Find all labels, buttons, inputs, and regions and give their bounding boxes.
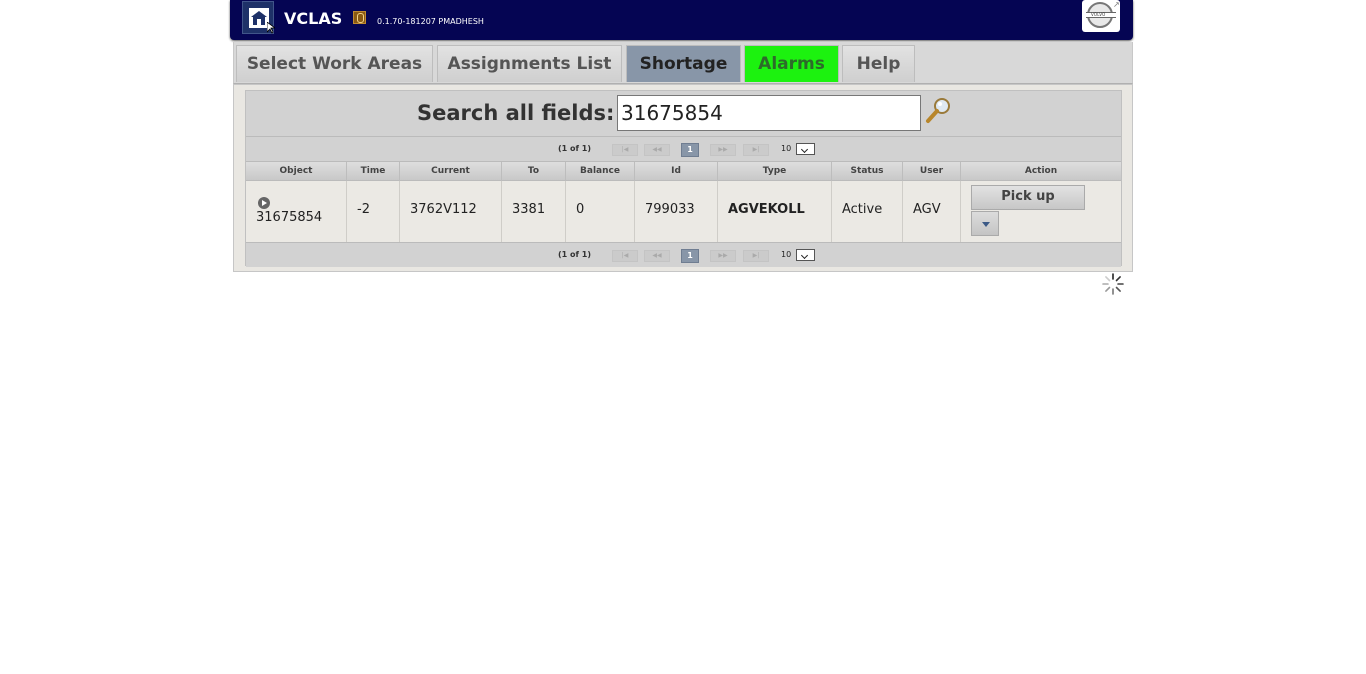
next-page-button[interactable]: ▶▶ bbox=[710, 250, 736, 262]
page-info: (1 of 1) bbox=[558, 250, 591, 259]
rows-per-page-value: 10 bbox=[781, 250, 792, 259]
first-page-button[interactable]: |◀ bbox=[612, 144, 638, 156]
col-user[interactable]: User bbox=[903, 162, 961, 181]
app-header: VCLAS 0.1.70-181207 PMADHESH VOLVO ↗ bbox=[230, 0, 1133, 40]
last-page-button[interactable]: ▶| bbox=[743, 250, 769, 262]
col-type[interactable]: Type bbox=[718, 162, 832, 181]
rows-per-page-dropdown[interactable] bbox=[796, 143, 815, 155]
tab-assignments-list[interactable]: Assignments List bbox=[437, 45, 622, 82]
last-page-button[interactable]: ▶| bbox=[743, 144, 769, 156]
app-title: VCLAS bbox=[284, 9, 343, 28]
search-bar: Search all fields: bbox=[246, 91, 1121, 137]
tab-help[interactable]: Help bbox=[842, 45, 915, 82]
search-label: Search all fields: bbox=[417, 101, 615, 125]
tab-select-work-areas[interactable]: Select Work Areas bbox=[236, 45, 433, 82]
col-status[interactable]: Status bbox=[832, 162, 903, 181]
rows-per-page-value: 10 bbox=[781, 144, 792, 153]
page-1-button[interactable]: 1 bbox=[681, 249, 699, 263]
pick-up-button[interactable]: Pick up bbox=[971, 185, 1085, 210]
cell-status: Active bbox=[832, 181, 903, 242]
logo-text: VOLVO bbox=[1091, 12, 1106, 17]
next-page-button[interactable]: ▶▶ bbox=[710, 144, 736, 156]
table-row: 31675854 -2 3762V112 3381 0 799033 AGVEK… bbox=[246, 181, 1121, 242]
content-panel: Search all fields: (1 of 1) |◀ ◀◀ 1 ▶▶ ▶… bbox=[233, 84, 1133, 272]
cell-object: 31675854 bbox=[246, 181, 347, 242]
col-time[interactable]: Time bbox=[347, 162, 400, 181]
cell-to: 3381 bbox=[502, 181, 566, 242]
paginator-bottom: (1 of 1) |◀ ◀◀ 1 ▶▶ ▶| 10 bbox=[246, 242, 1121, 267]
prev-page-button[interactable]: ◀◀ bbox=[644, 144, 670, 156]
shortage-table: Search all fields: (1 of 1) |◀ ◀◀ 1 ▶▶ ▶… bbox=[245, 90, 1122, 267]
cell-user: AGV bbox=[903, 181, 961, 242]
version-label: 0.1.70-181207 PMADHESH bbox=[377, 17, 484, 26]
main-nav: Select Work Areas Assignments List Short… bbox=[233, 42, 1133, 84]
tab-shortage[interactable]: Shortage bbox=[626, 45, 741, 82]
paginator-top: (1 of 1) |◀ ◀◀ 1 ▶▶ ▶| 10 bbox=[246, 137, 1121, 161]
table-header: Object Time Current To Balance Id Type S… bbox=[246, 161, 1121, 181]
cell-id: 799033 bbox=[635, 181, 718, 242]
page-info: (1 of 1) bbox=[558, 144, 591, 153]
cell-current: 3762V112 bbox=[400, 181, 502, 242]
rows-per-page-dropdown[interactable] bbox=[796, 249, 815, 261]
mouse-cursor-icon bbox=[267, 22, 275, 34]
prev-page-button[interactable]: ◀◀ bbox=[644, 250, 670, 262]
first-page-button[interactable]: |◀ bbox=[612, 250, 638, 262]
cell-action: Pick up bbox=[961, 181, 1121, 242]
col-to[interactable]: To bbox=[502, 162, 566, 181]
page-1-button[interactable]: 1 bbox=[681, 143, 699, 157]
col-id[interactable]: Id bbox=[635, 162, 718, 181]
volvo-logo: VOLVO ↗ bbox=[1082, 0, 1120, 32]
col-balance[interactable]: Balance bbox=[566, 162, 635, 181]
house-icon bbox=[249, 8, 269, 28]
cell-type: AGVEKOLL bbox=[718, 181, 832, 242]
loading-spinner-icon bbox=[1102, 273, 1124, 295]
search-icon[interactable] bbox=[925, 96, 953, 124]
col-object[interactable]: Object bbox=[246, 162, 347, 181]
action-menu-button[interactable] bbox=[971, 211, 999, 236]
col-current[interactable]: Current bbox=[400, 162, 502, 181]
object-value: 31675854 bbox=[256, 210, 323, 225]
search-input[interactable] bbox=[617, 95, 921, 131]
tab-alarms[interactable]: Alarms bbox=[744, 45, 839, 82]
cell-balance: 0 bbox=[566, 181, 635, 242]
col-action: Action bbox=[1024, 166, 1058, 176]
row-expand-icon[interactable] bbox=[258, 197, 270, 209]
info-badge-icon[interactable] bbox=[353, 11, 366, 24]
cell-time: -2 bbox=[347, 181, 400, 242]
